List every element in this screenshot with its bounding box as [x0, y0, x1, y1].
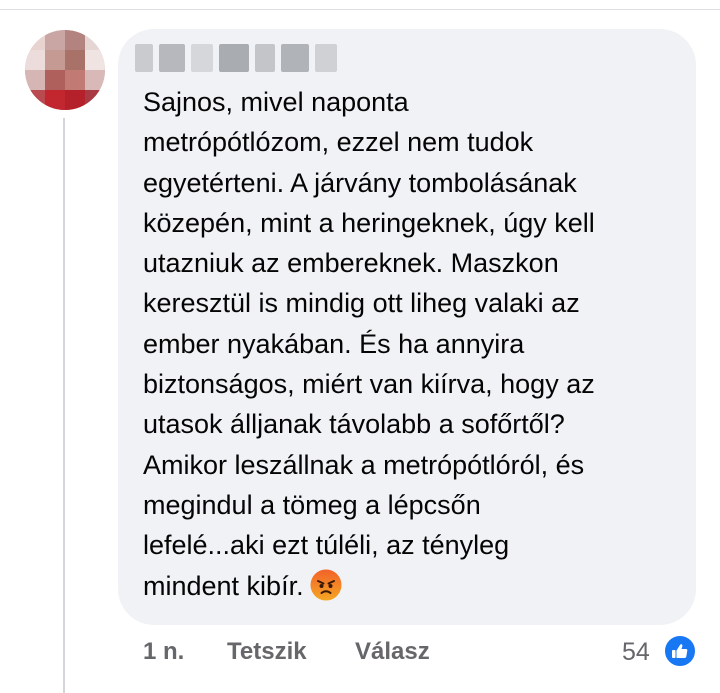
like-button[interactable]: Tetszik — [227, 638, 307, 666]
divider — [0, 9, 720, 10]
reaction-count[interactable]: 54 — [622, 636, 650, 668]
comment-body: Sajnos, mivel naponta metrópótlózom, ezz… — [143, 87, 595, 601]
reply-button[interactable]: Válasz — [355, 638, 430, 666]
timestamp[interactable]: 1 n. — [143, 638, 184, 666]
author-name-redacted[interactable] — [135, 36, 340, 80]
profile-photo-blurred-icon[interactable] — [25, 30, 105, 110]
angry-face-emoji-icon — [310, 569, 342, 601]
comment-text: Sajnos, mivel naponta metrópótlózom, ezz… — [143, 82, 688, 606]
comment-actions: 1 n. Tetszik Válasz — [143, 636, 430, 668]
like-thumbs-up-icon[interactable] — [663, 634, 697, 668]
thread-line — [63, 118, 65, 693]
comment-thread: Sajnos, mivel naponta metrópótlózom, ezz… — [0, 0, 720, 693]
